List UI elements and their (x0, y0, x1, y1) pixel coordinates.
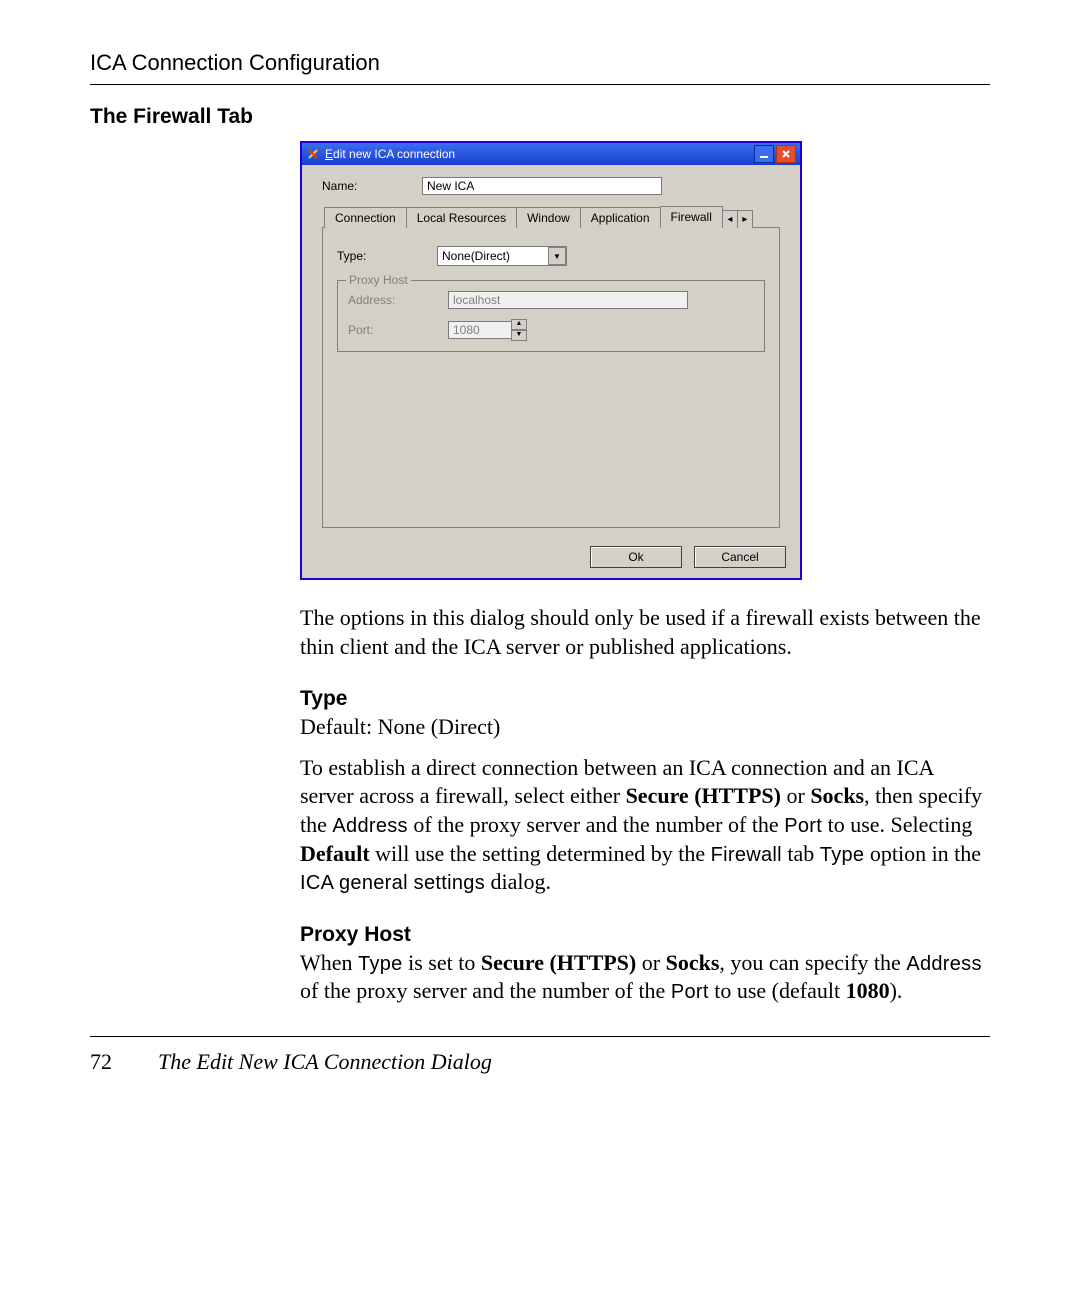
port-row: Port: ▲ ▼ (348, 319, 754, 341)
type-select-value: None(Direct) (442, 249, 510, 263)
spin-buttons: ▲ ▼ (511, 319, 527, 341)
app-icon (306, 147, 320, 161)
page-header: ICA Connection Configuration (90, 50, 990, 76)
paragraph-intro: The options in this dialog should only b… (300, 604, 990, 661)
cancel-button[interactable]: Cancel (694, 546, 786, 568)
dialog-body: Name: Connection Local Resources Window … (302, 165, 800, 538)
proxy-host-group: Proxy Host Address: Port: ▲ (337, 280, 765, 352)
address-row: Address: (348, 291, 754, 309)
header-divider (90, 84, 990, 85)
proxy-paragraph: When Type is set to Secure (HTTPS) or So… (300, 949, 990, 1006)
page-number: 72 (90, 1049, 130, 1075)
dialog: Edit new ICA connection Name: (300, 141, 802, 580)
name-row: Name: (322, 177, 780, 195)
close-button[interactable] (776, 145, 796, 163)
page-footer: 72 The Edit New ICA Connection Dialog (90, 1036, 990, 1075)
chevron-down-icon: ▼ (548, 247, 566, 265)
content-indent: Edit new ICA connection Name: (300, 141, 990, 1006)
port-input (448, 321, 512, 339)
type-select[interactable]: None(Direct) ▼ (437, 246, 567, 266)
dialog-titlebar: Edit new ICA connection (302, 143, 800, 165)
port-spinner: ▲ ▼ (448, 319, 527, 341)
tab-scroll-left[interactable]: ◂ (722, 210, 738, 228)
document-page: ICA Connection Configuration The Firewal… (0, 0, 1080, 1115)
address-label: Address: (348, 293, 448, 307)
dialog-screenshot: Edit new ICA connection Name: (300, 141, 798, 580)
spin-down-icon: ▼ (511, 330, 527, 341)
name-input[interactable] (422, 177, 662, 195)
dialog-footer: Ok Cancel (302, 538, 800, 578)
type-heading: Type (300, 687, 990, 711)
type-default: Default: None (Direct) (300, 713, 990, 742)
spin-up-icon: ▲ (511, 319, 527, 330)
tab-scroll-right[interactable]: ▸ (737, 210, 753, 228)
name-label: Name: (322, 179, 422, 193)
ok-button[interactable]: Ok (590, 546, 682, 568)
tab-application[interactable]: Application (580, 207, 661, 228)
tab-window[interactable]: Window (516, 207, 581, 228)
proxy-heading: Proxy Host (300, 923, 990, 947)
tab-connection[interactable]: Connection (324, 207, 407, 228)
address-input (448, 291, 688, 309)
type-paragraph: To establish a direct connection between… (300, 754, 990, 897)
firewall-tab-panel: Type: None(Direct) ▼ Proxy Host Address: (322, 228, 780, 528)
section-heading: The Firewall Tab (90, 105, 990, 129)
titlebar-buttons (752, 145, 796, 163)
dialog-title: Edit new ICA connection (325, 147, 752, 161)
tab-bar: Connection Local Resources Window Applic… (322, 205, 780, 228)
port-label: Port: (348, 323, 448, 337)
type-label: Type: (337, 249, 437, 263)
tab-local-resources[interactable]: Local Resources (406, 207, 517, 228)
groupbox-label: Proxy Host (346, 273, 411, 287)
type-row: Type: None(Direct) ▼ (337, 246, 765, 266)
tab-firewall[interactable]: Firewall (660, 206, 723, 228)
footer-title: The Edit New ICA Connection Dialog (158, 1049, 492, 1075)
minimize-button[interactable] (754, 145, 774, 163)
